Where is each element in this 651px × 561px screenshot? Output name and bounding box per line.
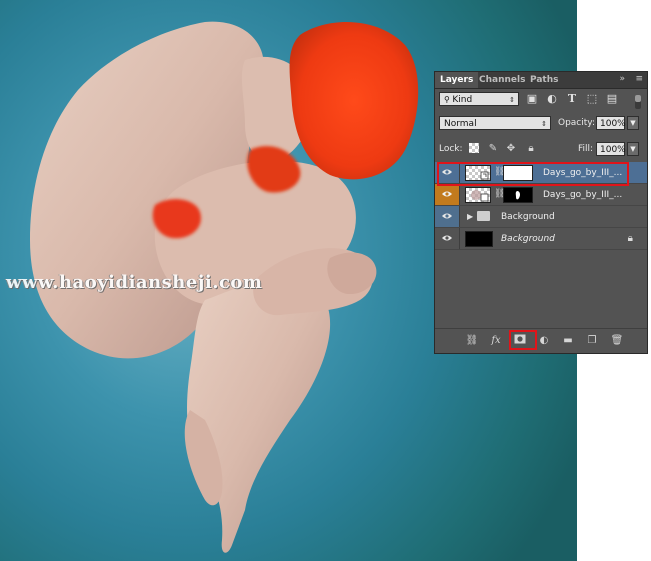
lower-leg-shape [187, 277, 331, 553]
filter-row: ⚲ Kind ⇕ ▣ ◐ T ⬚ ▤ [435, 92, 647, 110]
filter-toggle-switch[interactable] [635, 95, 641, 109]
fill-field[interactable]: 100% [596, 142, 626, 156]
eye-icon[interactable] [442, 168, 452, 176]
panel-tabs: Layers Channels Paths » ≡ [435, 72, 647, 89]
delete-layer-icon[interactable]: 🗑︎ [610, 334, 624, 348]
layer-name[interactable]: Background [501, 206, 555, 228]
smart-object-badge-icon [480, 171, 489, 180]
eye-icon[interactable] [442, 190, 452, 198]
shape-filter-icon[interactable]: ⬚ [585, 92, 599, 106]
layers-panel: Layers Channels Paths » ≡ ⚲ Kind ⇕ ▣ ◐ T… [434, 71, 648, 354]
new-layer-icon[interactable]: ❐ [585, 334, 599, 348]
opacity-dropdown-icon[interactable]: ▼ [627, 116, 639, 130]
kind-filter-dropdown[interactable]: ⚲ Kind ⇕ [439, 92, 519, 106]
layer-thumbnail[interactable] [465, 231, 493, 247]
layer-row-background-group[interactable]: ▶ Background [435, 206, 647, 228]
mask-link-icon[interactable]: ⛓ [494, 167, 505, 178]
expand-group-icon[interactable]: ▶ [467, 212, 473, 221]
lock-all-icon[interactable]: 🔒︎ [525, 143, 537, 155]
eye-icon[interactable] [442, 234, 452, 242]
tab-channels[interactable]: Channels [474, 72, 530, 88]
layer-thumbnail[interactable] [465, 165, 491, 181]
lock-icon: 🔒︎ [627, 233, 633, 244]
collapse-panel-icon[interactable]: » [619, 74, 625, 84]
red-hair-shape [289, 22, 419, 180]
blend-mode-value: Normal [444, 119, 477, 129]
blend-row: Normal ⇕ Opacity: 100% ▼ [435, 116, 647, 134]
kind-filter-label: Kind [452, 95, 473, 105]
link-layers-icon[interactable]: ⛓ [465, 334, 479, 348]
layer-thumbnail[interactable] [465, 187, 491, 203]
add-mask-icon[interactable] [513, 334, 527, 348]
layer-row-days-go-by-2[interactable]: ⛓ Days_go_by_III_... [435, 184, 647, 206]
lock-transparent-icon[interactable] [469, 143, 479, 153]
blend-mode-dropdown[interactable]: Normal ⇕ [439, 116, 551, 130]
adjustment-filter-icon[interactable]: ◐ [545, 92, 559, 106]
layer-name[interactable]: Background [501, 228, 555, 250]
visibility-cell[interactable] [435, 228, 460, 249]
image-filter-icon[interactable]: ▣ [525, 92, 539, 106]
layer-name[interactable]: Days_go_by_III_... [543, 184, 622, 206]
chevron-updown-icon: ⇕ [509, 96, 515, 104]
figure-thumbnail-icon [471, 190, 489, 202]
mask-link-icon[interactable]: ⛓ [494, 189, 505, 200]
eye-icon[interactable] [442, 212, 452, 220]
type-filter-icon[interactable]: T [565, 92, 579, 106]
visibility-cell[interactable] [435, 184, 460, 205]
folder-icon [477, 211, 490, 221]
layer-mask-thumbnail-white[interactable] [503, 165, 533, 181]
tab-layers[interactable]: Layers [435, 72, 479, 88]
adjustment-layer-icon[interactable]: ◐ [537, 334, 551, 348]
layers-bottom-bar: ⛓ fx ◐ ▬ ❐ 🗑︎ [435, 328, 647, 353]
lock-label: Lock: [439, 144, 463, 154]
lock-image-brush-icon[interactable]: ✎ [487, 143, 499, 155]
lock-position-move-icon[interactable]: ✥ [505, 143, 517, 155]
layer-row-background[interactable]: Background 🔒︎ [435, 228, 647, 250]
panel-menu-icon[interactable]: ≡ [635, 74, 643, 84]
visibility-cell[interactable] [435, 162, 460, 183]
add-mask-glyph [514, 334, 526, 344]
lock-row: Lock: ✎ ✥ 🔒︎ Fill: 100% ▼ [435, 142, 647, 158]
watermark-text: www.haoyidiansheji.com [6, 272, 263, 293]
layer-mask-thumbnail-black[interactable] [503, 187, 533, 203]
layer-name[interactable]: Days_go_by_III_... [543, 162, 622, 184]
fill-dropdown-icon[interactable]: ▼ [627, 142, 639, 156]
fill-label: Fill: [578, 144, 594, 154]
layer-row-days-go-by-1[interactable]: ⛓ Days_go_by_III_... [435, 162, 647, 184]
smart-object-filter-icon[interactable]: ▤ [605, 92, 619, 106]
opacity-label: Opacity: [558, 118, 595, 128]
fx-icon[interactable]: fx [489, 334, 503, 348]
tab-paths[interactable]: Paths [525, 72, 564, 88]
mask-shape-icon [515, 191, 521, 200]
visibility-cell[interactable] [435, 206, 460, 227]
chevron-updown-icon: ⇕ [541, 120, 547, 128]
new-group-icon[interactable]: ▬ [561, 334, 575, 348]
opacity-field[interactable]: 100% [596, 116, 626, 130]
